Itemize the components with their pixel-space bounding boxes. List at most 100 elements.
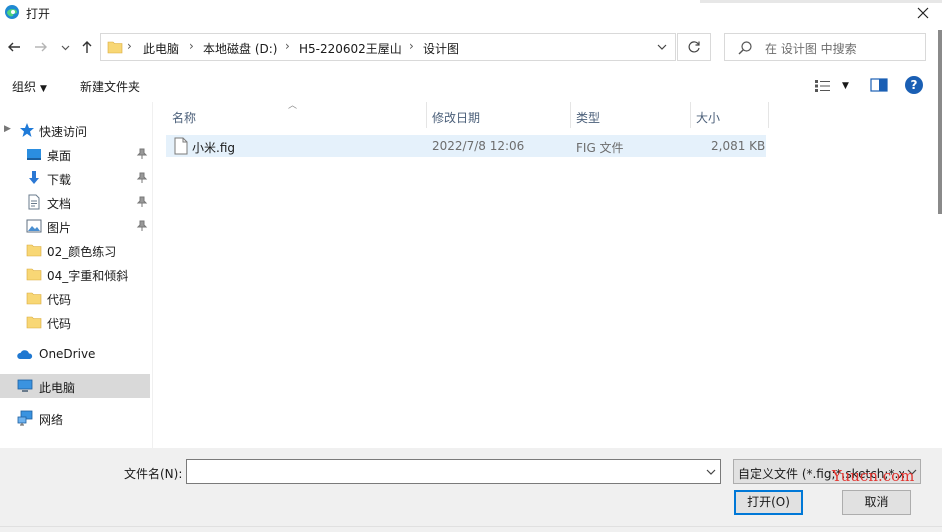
address-history-dropdown[interactable] [653,39,671,55]
document-icon [28,194,40,210]
download-icon [29,171,39,184]
sidebar-item-label: 网络 [39,413,64,427]
new-folder-button[interactable]: 新建文件夹 [80,78,140,95]
background-window-scrollbar [938,30,942,214]
sidebar-item-folder[interactable]: 代码 [0,286,150,310]
cancel-button[interactable]: 取消 [842,490,911,515]
pin-icon[interactable] [136,172,148,184]
sidebar-item-downloads[interactable]: 下载 [0,166,150,190]
sidebar-item-label: 02_颜色练习 [47,245,117,259]
sidebar-item-label: 下载 [47,173,72,187]
picture-icon [26,219,42,233]
arrow-left-icon [8,42,20,52]
close-icon [917,7,929,19]
edge-browser-icon [5,5,19,19]
sidebar-item-quick-access[interactable]: ▶ 快速访问 [0,118,150,142]
forward-button[interactable] [32,38,50,56]
breadcrumb-separator: › [409,39,414,53]
refresh-icon [688,41,700,53]
pin-icon[interactable] [136,220,148,232]
folder-icon [107,41,123,54]
filename-input[interactable] [186,459,721,484]
window-bottom-edge [0,526,942,532]
folder-icon [26,244,42,257]
expand-arrow-icon[interactable]: ▶ [4,124,11,134]
pane-divider[interactable] [152,102,153,448]
sidebar-item-documents[interactable]: 文档 [0,190,150,214]
column-divider[interactable] [768,102,769,128]
sidebar-item-onedrive[interactable]: ▶ OneDrive [0,342,150,366]
breadcrumb-project-folder[interactable]: H5-220602王屋山 [299,40,402,57]
sidebar-item-label: 代码 [47,293,72,307]
column-header-type[interactable]: 类型 [570,102,690,128]
pin-icon[interactable] [136,148,148,160]
open-file-dialog: 打开 › 此电脑 › 本地磁盘 (D:) › H5-220602王屋山 › 设计… [0,0,942,532]
breadcrumb-design-folder[interactable]: 设计图 [423,40,459,57]
sidebar-item-label: 04_字重和倾斜 [47,269,129,283]
help-icon[interactable]: ? [905,76,923,94]
search-placeholder: 在 设计图 中搜索 [765,42,857,56]
caret-down-icon: ▼ [40,84,47,94]
breadcrumb-separator: › [285,39,290,53]
new-folder-label: 新建文件夹 [80,80,141,94]
sidebar-item-label: OneDrive [39,347,96,361]
file-row[interactable]: 小米.fig 2022/7/8 12:06 FIG 文件 2,081 KB [166,135,766,157]
organize-label: 组织 [12,80,37,94]
file-size: 2,081 KB [711,139,766,153]
column-header-size[interactable]: 大小 [690,102,768,128]
column-header-label: 修改日期 [432,111,481,125]
sidebar-item-label: 文档 [47,197,72,211]
sidebar-item-folder[interactable]: 04_字重和倾斜 [0,262,150,286]
window-title: 打开 [26,7,51,21]
open-button[interactable]: 打开(O) [734,490,803,515]
file-icon [174,137,188,155]
search-box[interactable]: 在 设计图 中搜索 [724,33,926,61]
chevron-down-icon [61,45,69,50]
refresh-button[interactable] [677,33,711,61]
breadcrumb-local-disk[interactable]: 本地磁盘 (D:) [203,40,277,57]
column-header-label: 名称 [172,111,197,125]
sidebar-item-folder[interactable]: 02_颜色练习 [0,238,150,262]
recent-locations-button[interactable] [58,38,72,56]
arrow-up-icon [82,41,92,53]
cloud-icon [17,350,33,359]
sidebar-item-label: 代码 [47,317,72,331]
sidebar-item-pictures[interactable]: 图片 [0,214,150,238]
navigation-pane: ▶ 快速访问 桌面 下载 文档 图片 02_颜色练习 04_字重和倾斜 代码 代… [0,102,152,448]
change-view-button[interactable]: ▼ [814,77,854,95]
desktop-icon [27,149,41,160]
details-view-icon [815,80,830,92]
folder-icon [26,292,42,305]
background-window-edge [700,0,942,3]
address-bar[interactable]: › 此电脑 › 本地磁盘 (D:) › H5-220602王屋山 › 设计图 [100,33,676,61]
sidebar-item-network[interactable]: 网络 [0,406,150,430]
breadcrumb-separator: › [127,39,132,53]
star-icon [20,123,34,137]
preview-pane-icon[interactable] [870,77,888,93]
file-name: 小米.fig [192,141,235,155]
title-bar: 打开 [0,0,942,26]
command-toolbar: 组织 ▼ 新建文件夹 [0,70,942,102]
breadcrumb-this-pc[interactable]: 此电脑 [143,40,179,57]
caret-down-icon: ▼ [842,81,849,91]
watermark: Yuucn.com [832,467,915,485]
organize-menu[interactable]: 组织 ▼ [12,78,47,95]
back-button[interactable] [5,38,23,56]
column-header-modified[interactable]: 修改日期 [426,102,570,128]
column-header-name[interactable]: 名称 [166,102,426,128]
filename-label: 文件名(N): [124,467,183,481]
chevron-down-icon [706,469,716,475]
pin-icon[interactable] [136,196,148,208]
filename-history-dropdown[interactable] [704,465,718,479]
close-button[interactable] [910,2,936,24]
column-header-label: 大小 [696,111,721,125]
expand-arrow-icon[interactable]: ▶ [4,348,11,358]
arrow-right-icon [35,42,47,52]
up-button[interactable] [78,38,96,56]
sidebar-item-this-pc[interactable]: 此电脑 [0,374,150,398]
sidebar-item-desktop[interactable]: 桌面 [0,142,150,166]
sidebar-item-folder[interactable]: 代码 [0,310,150,334]
file-modified: 2022/7/8 12:06 [432,139,525,153]
sidebar-item-label: 快速访问 [39,125,88,139]
search-icon [738,41,752,55]
